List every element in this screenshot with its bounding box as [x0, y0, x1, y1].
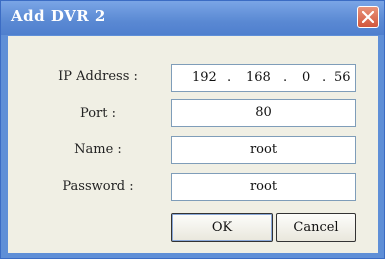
ok-button[interactable]: OK: [171, 213, 273, 242]
dialog-title: Add DVR 2: [11, 7, 106, 25]
password-value: root: [249, 179, 278, 194]
ip-octet-1[interactable]: 192: [192, 70, 217, 85]
ip-dot-3: .: [322, 70, 327, 85]
name-field[interactable]: root: [171, 136, 356, 164]
ip-dot-2: .: [283, 70, 288, 85]
close-button[interactable]: [357, 6, 379, 28]
cancel-button[interactable]: Cancel: [276, 213, 356, 242]
ip-octet-3[interactable]: 0: [302, 70, 310, 85]
ip-octet-2[interactable]: 168: [246, 70, 271, 85]
dialog-window: Add DVR 2 IP Address : 192 . 168 . 0 . 5…: [0, 0, 385, 259]
password-field[interactable]: root: [171, 173, 356, 201]
ip-octet-4[interactable]: 56: [334, 70, 351, 85]
dialog-body: IP Address : 192 . 168 . 0 . 56 Port : 8…: [8, 36, 378, 253]
name-label: Name :: [74, 142, 122, 157]
title-bar[interactable]: Add DVR 2: [1, 1, 384, 35]
ip-address-label: IP Address :: [58, 69, 138, 84]
close-icon: [362, 11, 374, 23]
port-label: Port :: [80, 106, 116, 121]
port-field[interactable]: 80: [171, 99, 356, 127]
port-value: 80: [255, 105, 272, 120]
ip-address-field[interactable]: 192 . 168 . 0 . 56: [171, 64, 356, 92]
name-value: root: [249, 142, 278, 157]
ip-dot-1: .: [227, 70, 232, 85]
password-label: Password :: [62, 179, 134, 194]
